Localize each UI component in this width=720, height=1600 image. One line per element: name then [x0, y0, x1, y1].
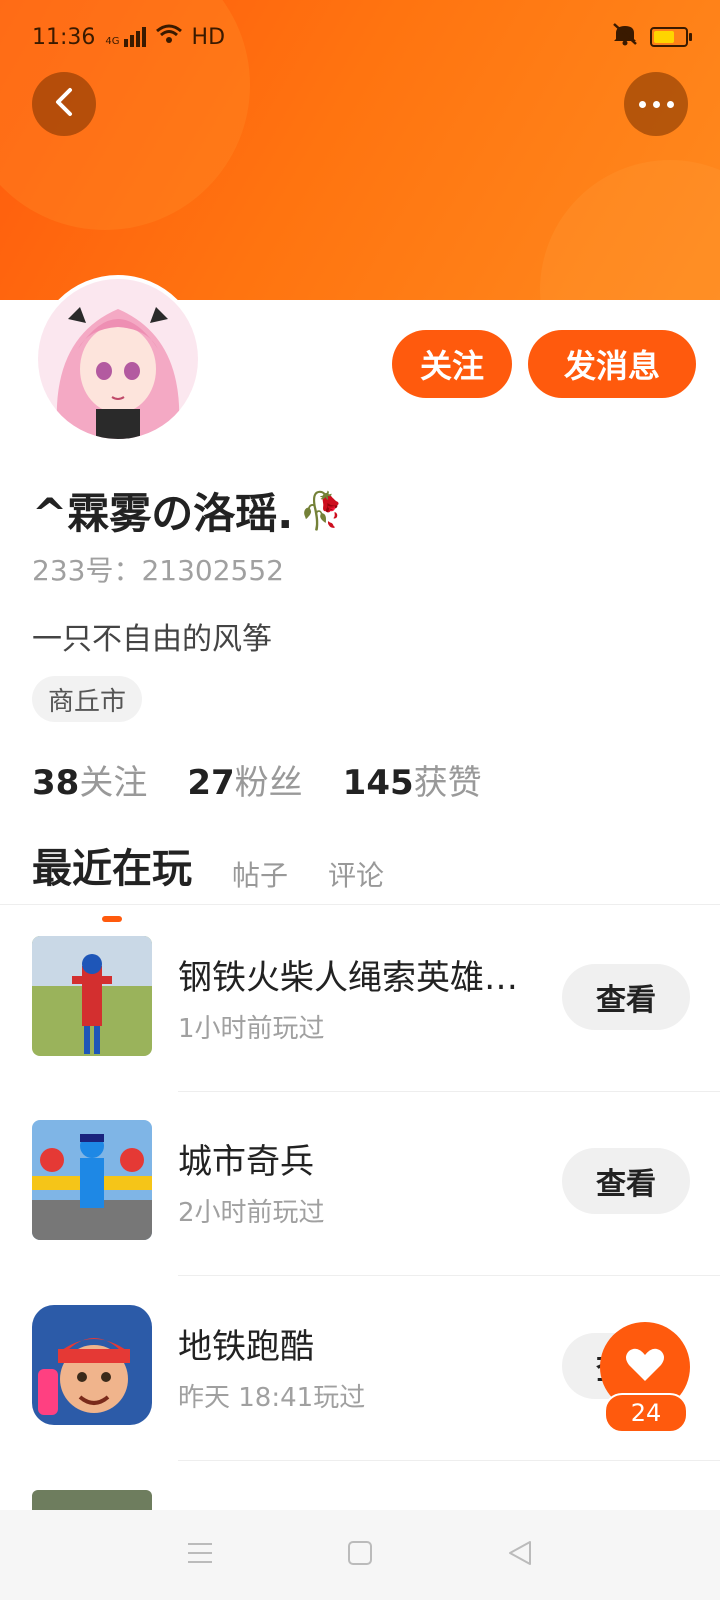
tab-label: 最近在玩: [32, 846, 192, 892]
game-name: 城市奇兵: [178, 1142, 314, 1182]
triangle-back-icon: [508, 1540, 532, 1570]
stat-number: 38: [32, 763, 80, 803]
battery-icon: [650, 27, 692, 47]
header-decoration: [540, 160, 720, 308]
network-label: 4G: [105, 36, 120, 47]
game-thumbnail: [32, 1120, 152, 1240]
game-last-played: 1小时前玩过: [178, 1014, 325, 1044]
nav-back-button[interactable]: [490, 1525, 550, 1585]
nav-home-button[interactable]: [330, 1525, 390, 1585]
divider: [178, 1091, 720, 1092]
avatar[interactable]: [34, 275, 202, 443]
game-name: 钢铁火柴人绳索英雄…: [178, 958, 518, 998]
stat-number: 27: [187, 763, 235, 803]
username: ^霖雾の洛瑶. 🥀: [32, 480, 344, 541]
stat-label: 获赞: [413, 763, 482, 803]
hd-label: HD: [191, 24, 226, 50]
tab-recent-games[interactable]: 最近在玩: [32, 836, 192, 922]
menu-icon: [187, 1542, 213, 1568]
view-game-button[interactable]: 查看: [562, 1148, 690, 1214]
stat-number: 145: [342, 763, 414, 803]
divider: [0, 904, 720, 905]
tab-label: 帖子: [232, 859, 289, 892]
heart-icon: [625, 1347, 665, 1387]
stat-label: 粉丝: [234, 763, 303, 803]
more-dots-icon: [638, 100, 674, 108]
tab-comments[interactable]: 评论: [328, 854, 384, 894]
nav-menu-button[interactable]: [170, 1525, 230, 1585]
mute-icon: [612, 22, 638, 52]
rose-emoji: 🥀: [299, 490, 344, 532]
divider: [178, 1275, 720, 1276]
game-last-played: 2小时前玩过: [178, 1198, 325, 1228]
game-list-item[interactable]: 钢铁火柴人绳索英雄… 1小时前玩过 查看: [0, 936, 720, 1120]
stat-following[interactable]: 38关注: [32, 755, 147, 804]
status-bar: 11:36 4G HD: [32, 22, 692, 52]
more-button[interactable]: [624, 72, 688, 136]
city-tag: 商丘市: [32, 676, 143, 722]
stat-likes[interactable]: 145获赞: [343, 755, 482, 804]
stat-label: 关注: [79, 763, 148, 803]
game-thumbnail: [32, 936, 152, 1056]
stat-followers[interactable]: 27粉丝: [187, 755, 302, 804]
send-message-button[interactable]: 发消息: [528, 330, 696, 398]
profile-header: 11:36 4G HD: [0, 0, 720, 308]
tab-label: 评论: [328, 859, 385, 892]
username-text: ^霖雾の洛瑶.: [32, 489, 294, 538]
square-icon: [348, 1541, 372, 1569]
game-last-played: 昨天 18:41玩过: [178, 1383, 366, 1413]
view-game-button[interactable]: 查看: [562, 964, 690, 1030]
game-thumbnail: [32, 1305, 152, 1425]
status-time: 11:36: [32, 24, 96, 50]
like-count-badge: 24: [604, 1393, 688, 1433]
user-id: 233号：21302552: [32, 554, 284, 587]
profile-stats: 38关注 27粉丝 145获赞: [32, 755, 482, 804]
back-button[interactable]: [32, 72, 96, 136]
follow-button[interactable]: 关注: [392, 330, 512, 398]
game-name: 地铁跑酷: [178, 1327, 314, 1367]
game-list-item[interactable]: 城市奇兵 2小时前玩过 查看: [0, 1120, 720, 1304]
tab-indicator: [102, 916, 122, 922]
wifi-icon: [155, 24, 182, 50]
avatar-image: [38, 279, 198, 439]
profile-tabs: 最近在玩 帖子 评论: [32, 836, 384, 922]
chevron-left-icon: [52, 87, 76, 121]
tab-posts[interactable]: 帖子: [232, 854, 288, 894]
system-nav-bar: [0, 1510, 720, 1600]
divider: [178, 1460, 720, 1461]
signal-icon: 4G: [105, 27, 146, 47]
user-bio: 一只不自由的风筝: [32, 622, 272, 657]
game-thumbnail: [32, 1490, 152, 1510]
